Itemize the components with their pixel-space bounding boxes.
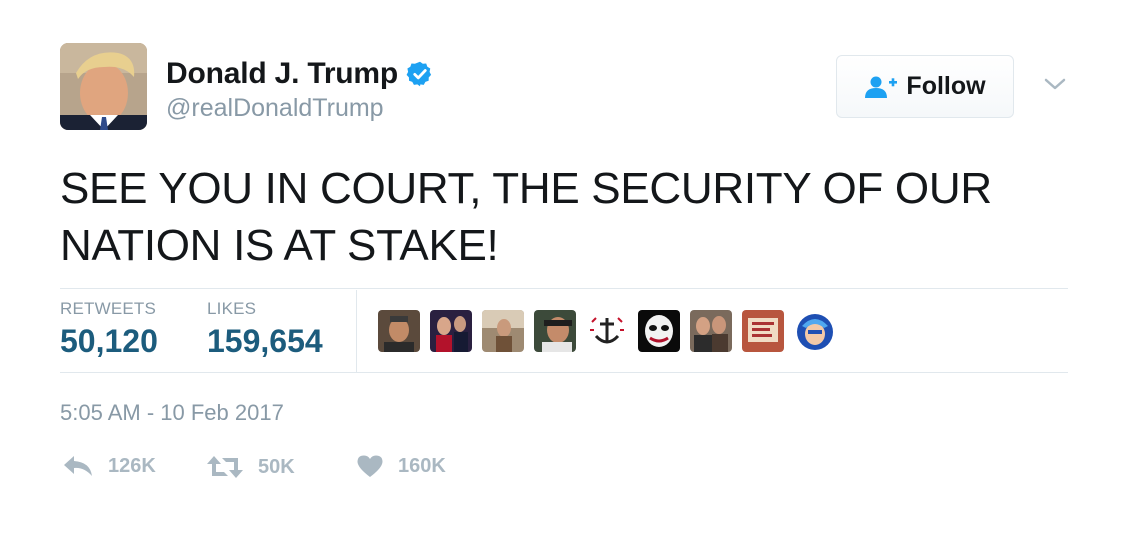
reply-icon xyxy=(64,456,92,476)
stats-vertical-divider xyxy=(356,290,357,373)
profile-avatar[interactable] xyxy=(60,43,147,130)
liker-avatar[interactable] xyxy=(534,310,576,352)
like-action[interactable]: 160K xyxy=(356,454,446,478)
liker-avatar[interactable] xyxy=(638,310,680,352)
retweets-label: RETWEETS xyxy=(60,299,157,318)
tweet-text: SEE YOU IN COURT, THE SECURITY OF OUR NA… xyxy=(60,164,992,270)
retweet-action[interactable]: 50K xyxy=(206,454,295,480)
stats-divider-top xyxy=(60,288,1068,289)
display-name[interactable]: Donald J. Trump xyxy=(166,57,398,91)
retweet-count: 50K xyxy=(258,455,295,478)
liker-avatar[interactable] xyxy=(794,310,836,352)
retweet-icon xyxy=(207,456,243,478)
like-count: 160K xyxy=(398,454,446,477)
follow-label: Follow xyxy=(906,72,986,100)
likes-value: 159,654 xyxy=(207,323,323,359)
retweets-value: 50,120 xyxy=(60,323,158,359)
liker-avatar[interactable] xyxy=(742,310,784,352)
liker-avatars xyxy=(378,310,846,352)
liker-avatar[interactable] xyxy=(430,310,472,352)
likes-label: LIKES xyxy=(207,299,257,318)
chevron-down-icon[interactable] xyxy=(1043,74,1067,94)
retweets-stat[interactable]: RETWEETS 50,120 xyxy=(60,299,158,360)
liker-avatar[interactable] xyxy=(586,310,628,352)
heart-icon xyxy=(357,455,383,477)
follow-button[interactable]: Follow xyxy=(836,55,1014,118)
tweet-card: Donald J. Trump @realDonaldTrump Follow … xyxy=(0,0,1126,534)
verified-badge-icon xyxy=(406,61,432,87)
liker-avatar[interactable] xyxy=(482,310,524,352)
user-handle[interactable]: @realDonaldTrump xyxy=(166,94,384,123)
likes-stat[interactable]: LIKES 159,654 xyxy=(207,299,323,360)
liker-avatar[interactable] xyxy=(378,310,420,352)
follow-user-icon xyxy=(865,76,898,98)
reply-count: 126K xyxy=(108,454,156,477)
liker-avatar[interactable] xyxy=(690,310,732,352)
profile-photo-icon xyxy=(60,43,147,130)
name-row: Donald J. Trump xyxy=(166,56,434,92)
stats-divider-bottom xyxy=(60,372,1068,373)
tweet-timestamp[interactable]: 5:05 AM - 10 Feb 2017 xyxy=(60,400,284,426)
reply-action[interactable]: 126K xyxy=(62,454,156,478)
